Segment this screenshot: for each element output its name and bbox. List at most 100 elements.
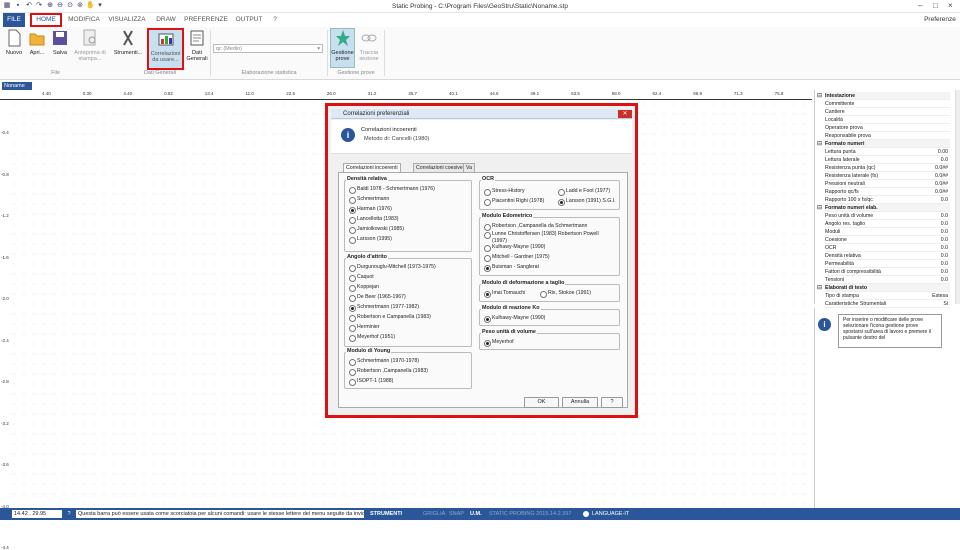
property-row[interactable]: Resistenza punta (qc) 0.0## bbox=[825, 164, 950, 172]
radio-option[interactable]: Piacentini Righi (1978) bbox=[483, 198, 544, 208]
property-row[interactable]: Densità relativa 0.0 bbox=[825, 252, 950, 260]
radio-option[interactable]: Jamiolkowski (1985) bbox=[348, 226, 404, 236]
property-row[interactable]: Lettura punta 0.00 bbox=[825, 148, 950, 156]
statistic-select[interactable]: qc (Medio) ▾ bbox=[213, 44, 323, 53]
property-row[interactable]: Responsabile prova bbox=[825, 132, 950, 140]
tools-button[interactable]: Strumenti... bbox=[112, 29, 144, 56]
radio-option[interactable]: ISOPT-1 (1988) bbox=[348, 378, 393, 388]
tab-va[interactable]: Va bbox=[463, 163, 475, 172]
menu-home[interactable]: HOME bbox=[30, 13, 62, 27]
property-row[interactable]: Località bbox=[825, 116, 950, 124]
property-row[interactable]: Angolo res. taglio 0.0 bbox=[825, 220, 950, 228]
ok-button[interactable]: OK bbox=[524, 397, 559, 408]
status-strumenti[interactable]: STRUMENTI bbox=[370, 508, 402, 520]
radio-option[interactable]: Larsson (1995) bbox=[348, 236, 392, 246]
status-griglia[interactable]: GRIGLIA bbox=[423, 508, 445, 520]
property-row[interactable]: Fattori di compressibilità 0.0 bbox=[825, 268, 950, 276]
save-button[interactable]: Salva bbox=[50, 29, 70, 56]
radio-option[interactable]: Mitchell - Gardner (1975) bbox=[483, 254, 550, 264]
property-row[interactable]: Tipo di stampa Estesa bbox=[825, 292, 950, 300]
status-language[interactable]: LANGUAGE-IT bbox=[592, 508, 629, 520]
new-button[interactable]: Nuovo bbox=[3, 29, 25, 56]
dialog-close-icon[interactable]: ✕ bbox=[618, 110, 632, 118]
radio-option[interactable]: Lancellotta (1983) bbox=[348, 216, 399, 226]
general-data-button[interactable]: Dati Generali bbox=[186, 29, 208, 62]
menu-preferenze[interactable]: PREFERENZE bbox=[184, 13, 228, 27]
radio-option[interactable]: Schmertmann (1977-1982) bbox=[348, 304, 419, 314]
property-value[interactable]: 0.0## bbox=[935, 180, 948, 188]
correlations-button[interactable]: Correlazioni da usare... bbox=[147, 28, 184, 70]
property-row[interactable]: Moduli 0.0 bbox=[825, 228, 950, 236]
property-row[interactable]: Pressioni neutrali 0.0## bbox=[825, 180, 950, 188]
property-value[interactable]: 0.0## bbox=[935, 188, 948, 196]
coords-field[interactable]: 14.42 , 29.95 bbox=[12, 510, 62, 518]
property-value[interactable]: Si bbox=[943, 300, 948, 308]
property-row[interactable]: Cantiere bbox=[825, 108, 950, 116]
property-value[interactable]: Estesa bbox=[932, 292, 948, 300]
property-value[interactable]: 0.0## bbox=[935, 172, 948, 180]
property-row[interactable]: Tensioni 0.0 bbox=[825, 276, 950, 284]
radio-option[interactable]: Robertson e Campanella (1983) bbox=[348, 314, 431, 324]
collapse-icon[interactable]: ⊟ bbox=[817, 204, 822, 212]
property-value[interactable]: 0.0 bbox=[941, 236, 948, 244]
radio-option[interactable]: Lunne Christoffersen (1983) Robertson Po… bbox=[483, 231, 613, 244]
menu-help[interactable]: ? bbox=[268, 13, 282, 27]
property-value[interactable]: 0.0 bbox=[941, 252, 948, 260]
property-row[interactable]: Rapporto 100 x fs/qc 0.0 bbox=[825, 196, 950, 204]
close-icon[interactable]: × bbox=[948, 1, 953, 10]
help-button[interactable]: ? bbox=[601, 397, 623, 408]
radio-option[interactable]: Meyerhof bbox=[483, 339, 514, 349]
command-bar[interactable]: Questa barra può essere usata come scorc… bbox=[76, 510, 364, 518]
properties-scrollbar[interactable] bbox=[955, 90, 960, 304]
manage-tests-button[interactable]: Gestione prove bbox=[330, 28, 355, 68]
menu-file[interactable]: FILE bbox=[3, 13, 25, 27]
property-row[interactable]: Lettura laterale 0.0 bbox=[825, 156, 950, 164]
radio-option[interactable]: Durgunouglu-Mitchell (1973-1975) bbox=[348, 264, 436, 274]
status-um[interactable]: U.M. bbox=[470, 508, 482, 520]
menu-draw[interactable]: DRAW bbox=[152, 13, 180, 27]
property-value[interactable]: 0.0 bbox=[941, 268, 948, 276]
radio-option[interactable]: De Beer (1965-1967) bbox=[348, 294, 406, 304]
radio-option[interactable]: Schmertmann bbox=[348, 196, 389, 206]
radio-option[interactable]: Koppejan bbox=[348, 284, 379, 294]
radio-option[interactable]: Caquot bbox=[348, 274, 374, 284]
property-row[interactable]: Coesione 0.0 bbox=[825, 236, 950, 244]
cancel-button[interactable]: Annulla bbox=[562, 397, 598, 408]
collapse-icon[interactable]: ⊟ bbox=[817, 92, 822, 100]
property-value[interactable]: 0.0## bbox=[935, 164, 948, 172]
property-value[interactable]: 0.0 bbox=[941, 196, 948, 204]
radio-option[interactable]: Rix, Stokoe (1991) bbox=[539, 290, 591, 300]
radio-option[interactable]: Larsson (1991) S.G.I. bbox=[557, 198, 616, 208]
radio-option[interactable]: Baldi 1978 - Schmertmann (1976) bbox=[348, 186, 435, 196]
property-row[interactable]: OCR 0.0 bbox=[825, 244, 950, 252]
property-value[interactable]: 0.0 bbox=[941, 228, 948, 236]
preferences-link[interactable]: Preferenze bbox=[922, 13, 958, 27]
radio-option[interactable]: Stress-History bbox=[483, 188, 525, 198]
menu-output[interactable]: OUTPUT bbox=[232, 13, 266, 27]
radio-option[interactable]: Harman (1976) bbox=[348, 206, 392, 216]
radio-option[interactable]: Robertson ,Campanella (1983) bbox=[348, 368, 428, 378]
menu-modifica[interactable]: MODIFICA bbox=[66, 13, 102, 27]
document-tab[interactable]: Noname bbox=[2, 82, 32, 90]
property-row[interactable]: Rapporto qc/fs 0.0## bbox=[825, 188, 950, 196]
radio-option[interactable]: Imai Tomauchi bbox=[483, 290, 525, 300]
property-row[interactable]: Operatore prova bbox=[825, 124, 950, 132]
tab-cohesive[interactable]: Correlazioni coesive bbox=[413, 163, 466, 172]
property-value[interactable]: 0.00 bbox=[938, 148, 948, 156]
property-row[interactable]: Caratteristiche Strumentali Si bbox=[825, 300, 950, 308]
radio-option[interactable]: Buisman - Sanglerat bbox=[483, 264, 539, 274]
help-icon[interactable]: ? bbox=[64, 510, 74, 518]
print-preview-button[interactable]: Anteprima di stampa... bbox=[74, 29, 106, 62]
property-value[interactable]: 0.0 bbox=[941, 212, 948, 220]
radio-option[interactable]: Meyerhof (1951) bbox=[348, 334, 395, 344]
radio-option[interactable]: Herminier bbox=[348, 324, 379, 334]
radio-option[interactable]: Ladd e Foot (1977) bbox=[557, 188, 610, 198]
property-row[interactable]: Permeabilità 0.0 bbox=[825, 260, 950, 268]
property-value[interactable]: 0.0 bbox=[941, 260, 948, 268]
property-row[interactable]: Resistenza laterale (fs) 0.0## bbox=[825, 172, 950, 180]
property-value[interactable]: 0.0 bbox=[941, 156, 948, 164]
collapse-icon[interactable]: ⊟ bbox=[817, 140, 822, 148]
property-row[interactable]: Peso unità di volume 0.0 bbox=[825, 212, 950, 220]
status-snap[interactable]: SNAP bbox=[449, 508, 464, 520]
maximize-icon[interactable]: □ bbox=[933, 1, 938, 10]
